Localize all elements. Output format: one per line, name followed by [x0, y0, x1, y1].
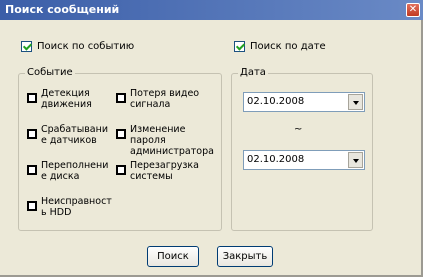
- checkbox-icon: [116, 165, 126, 175]
- event-system-reboot-checkbox[interactable]: Перезагрузка системы: [116, 160, 220, 182]
- event-motion-detection-checkbox[interactable]: Детекция движения: [27, 88, 113, 110]
- event-item-label: Изменение пароля администратора: [130, 124, 214, 157]
- checkbox-icon: [116, 129, 126, 139]
- event-hdd-failure-checkbox[interactable]: Неисправност ь HDD: [27, 196, 113, 218]
- event-group: Событие Детекция движения Срабатывани е …: [18, 67, 222, 231]
- event-item-label: Срабатывани е датчиков: [41, 124, 109, 146]
- event-admin-password-change-checkbox[interactable]: Изменение пароля администратора: [116, 124, 220, 157]
- event-item-label: Перезагрузка системы: [130, 160, 199, 182]
- search-messages-dialog: Поиск сообщений ✕ Поиск по событию Поиск…: [0, 0, 423, 277]
- search-by-date-checkbox[interactable]: Поиск по дате: [234, 41, 326, 52]
- checkbox-icon: [27, 165, 37, 175]
- event-video-loss-checkbox[interactable]: Потеря видео сигнала: [116, 88, 212, 110]
- checkbox-icon: [27, 201, 37, 211]
- title-bar: Поиск сообщений ✕: [0, 0, 423, 20]
- checkbox-icon: [116, 93, 126, 103]
- checkbox-icon: [27, 93, 37, 103]
- close-button[interactable]: Закрыть: [217, 246, 273, 267]
- checkbox-icon: [27, 129, 37, 139]
- event-disk-full-checkbox[interactable]: Переполнени е диска: [27, 160, 109, 182]
- search-by-date-label: Поиск по дате: [250, 41, 326, 52]
- checkbox-checked-icon: [21, 41, 32, 52]
- event-item-label: Детекция движения: [41, 88, 92, 110]
- date-group-title: Дата: [238, 67, 268, 79]
- search-by-event-label: Поиск по событию: [37, 41, 135, 52]
- event-item-label: Неисправност ь HDD: [41, 196, 112, 218]
- search-button[interactable]: Поиск: [147, 246, 199, 267]
- close-icon: ✕: [408, 4, 418, 15]
- event-group-title: Событие: [25, 67, 75, 79]
- dropdown-arrow-icon[interactable]: [348, 94, 363, 110]
- search-by-event-checkbox[interactable]: Поиск по событию: [21, 41, 134, 52]
- checkbox-checked-icon: [234, 41, 245, 52]
- date-range-separator: ~: [294, 124, 303, 135]
- close-window-button[interactable]: ✕: [406, 3, 420, 17]
- event-item-label: Переполнени е диска: [41, 160, 109, 182]
- event-item-label: Потеря видео сигнала: [130, 88, 200, 110]
- end-date-dropdown[interactable]: 02.10.2008: [243, 150, 365, 170]
- dropdown-arrow-icon[interactable]: [348, 152, 363, 168]
- start-date-dropdown[interactable]: 02.10.2008: [243, 92, 365, 112]
- end-date-value: 02.10.2008: [247, 154, 305, 165]
- window-title: Поиск сообщений: [5, 3, 120, 16]
- start-date-value: 02.10.2008: [247, 96, 305, 107]
- event-sensor-trigger-checkbox[interactable]: Срабатывани е датчиков: [27, 124, 109, 146]
